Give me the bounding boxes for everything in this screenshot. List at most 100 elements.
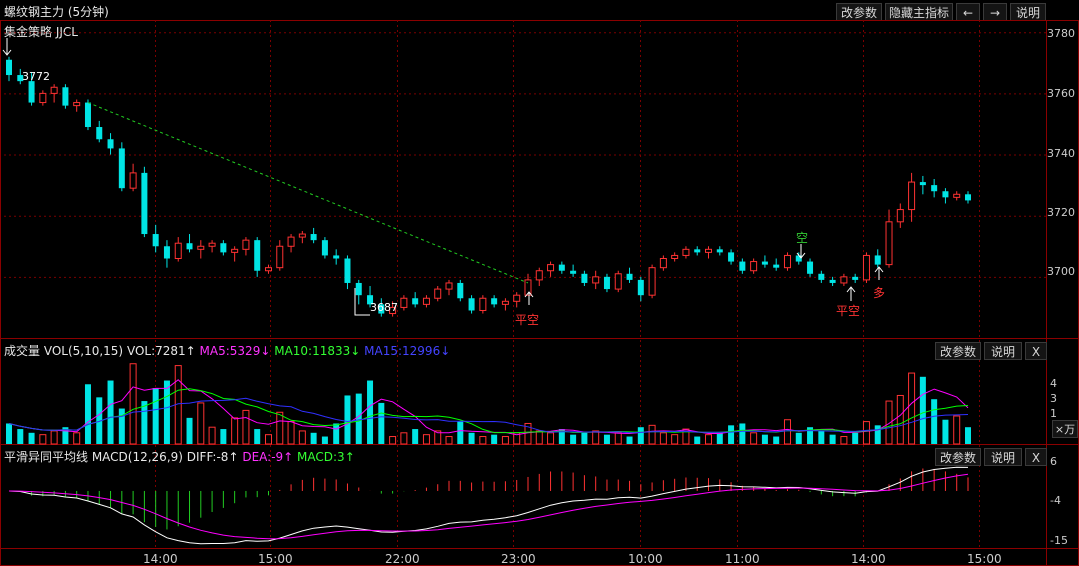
volume-bar	[614, 432, 622, 445]
volume-bar	[264, 434, 272, 445]
volume-bar	[852, 432, 859, 444]
volume-bar	[457, 421, 464, 444]
volume-bar	[298, 430, 306, 445]
volume-bar	[422, 434, 430, 445]
candle-body	[96, 127, 103, 140]
volume-bar	[17, 429, 24, 444]
candle-body	[558, 264, 565, 271]
volume-bar	[896, 394, 904, 445]
volume-bar	[355, 393, 362, 444]
volume-bar	[468, 432, 475, 444]
candle-body	[570, 270, 577, 274]
time-tick: 22:00	[385, 552, 420, 566]
candle-body	[28, 81, 35, 103]
volume-help-button[interactable]: 说明	[984, 342, 1022, 360]
candle-body	[682, 248, 690, 256]
low-mark: 3687	[370, 301, 398, 314]
candle-body	[919, 182, 926, 186]
volume-bar	[603, 434, 610, 444]
candle-body	[694, 249, 701, 253]
time-tick: 14:00	[851, 552, 886, 566]
volume-bar	[220, 429, 227, 444]
volume-bar	[242, 409, 250, 445]
candle-body	[6, 59, 12, 76]
trend-line	[87, 102, 529, 284]
candle-body	[896, 209, 904, 223]
candle-body	[412, 298, 419, 305]
volume-header: 成交量 VOL(5,10,15) VOL:7281↑ MA5:5329↓ MA1…	[4, 342, 450, 359]
volume-bar	[141, 401, 148, 444]
macd-tick: -15	[1050, 534, 1068, 547]
candle-body	[310, 234, 317, 241]
candle-body	[62, 87, 69, 106]
volume-bar	[908, 372, 916, 445]
candle-body	[648, 267, 656, 296]
candle-body	[501, 300, 509, 305]
volume-bar	[783, 419, 791, 445]
volume-label: 成交量 VOL(5,10,15)	[4, 344, 124, 358]
candle-body	[614, 273, 622, 290]
vol-value: VOL:7281↑	[126, 344, 196, 358]
volume-tick: 3	[1050, 392, 1057, 405]
candle-body	[885, 221, 893, 266]
volume-bar	[208, 426, 216, 445]
volume-tick: 4	[1050, 377, 1057, 390]
volume-bar	[378, 402, 385, 444]
candle-body	[333, 255, 340, 259]
volume-bar	[276, 411, 284, 445]
volume-bar	[919, 376, 926, 444]
candle-body	[807, 261, 814, 274]
candle-body	[908, 181, 916, 211]
candle-body	[355, 282, 362, 296]
volume-bar	[50, 430, 58, 445]
volume-bar	[942, 419, 949, 444]
candle-body	[547, 264, 555, 272]
price-tick: 3700	[1047, 265, 1075, 278]
volume-unit-toggle[interactable]: ×万	[1052, 420, 1078, 438]
ma10-value: MA10:11833↓	[274, 344, 361, 358]
candle-body	[716, 249, 723, 253]
volume-bar	[671, 434, 679, 445]
chart-canvas[interactable]	[0, 0, 1079, 566]
macd-edit-button[interactable]: 改参数	[935, 448, 981, 466]
volume-bar	[931, 399, 938, 444]
macd-tick: 6	[1050, 455, 1057, 468]
time-tick: 14:00	[143, 552, 178, 566]
candle-body	[513, 294, 521, 302]
volume-tick: 1	[1050, 407, 1057, 420]
volume-bar	[287, 421, 295, 445]
volume-bar	[659, 432, 667, 445]
volume-bar	[254, 429, 261, 444]
macd-value: MACD:3↑	[297, 450, 355, 464]
volume-bar	[333, 423, 340, 444]
candle-body	[84, 102, 91, 128]
volume-edit-button[interactable]: 改参数	[935, 342, 981, 360]
candle-body	[321, 240, 328, 256]
macd-close-button[interactable]: X	[1025, 448, 1047, 466]
candle-body	[783, 254, 791, 269]
candle-body	[942, 191, 949, 198]
candle-body	[276, 245, 284, 269]
volume-bar	[637, 427, 644, 444]
volume-bar	[648, 424, 656, 445]
candle-body	[118, 148, 125, 189]
candle-body	[422, 297, 430, 305]
candle-body	[208, 242, 216, 247]
macd-help-button[interactable]: 说明	[984, 448, 1022, 466]
volume-bar	[400, 432, 408, 445]
candle-body	[728, 252, 735, 262]
candle-body	[400, 297, 408, 308]
candle-body	[254, 240, 261, 271]
volume-bar	[479, 436, 487, 445]
high-mark: 3772	[22, 70, 50, 83]
candle-body	[603, 276, 610, 290]
time-tick: 15:00	[967, 552, 1002, 566]
volume-close-button[interactable]: X	[1025, 342, 1047, 360]
candle-body	[73, 102, 81, 107]
price-tick: 3720	[1047, 206, 1075, 219]
candle-body	[491, 298, 498, 305]
signal-label: 空	[796, 231, 809, 245]
price-tick: 3740	[1047, 147, 1075, 160]
candle-body	[264, 267, 272, 272]
candle-body	[818, 273, 825, 280]
